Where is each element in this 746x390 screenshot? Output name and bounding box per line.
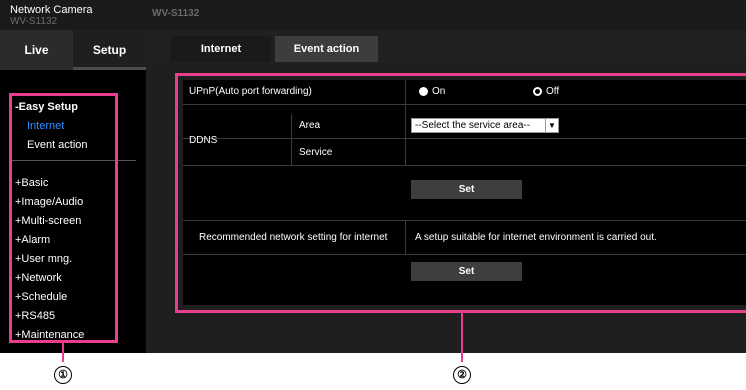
callout-line-1 — [62, 343, 64, 362]
content-highlight — [175, 73, 746, 313]
callout-2: ② — [453, 366, 471, 384]
camera-model: WV-S1132 — [152, 8, 200, 19]
brand-model: WV-S1132 — [10, 16, 58, 27]
callout-1: ① — [54, 366, 72, 384]
tab-event-action[interactable]: Event action — [275, 36, 378, 62]
brand: Network Camera WV-S1132 — [10, 4, 93, 28]
callout-line-2 — [461, 313, 463, 362]
main-nav: Live Setup — [0, 30, 146, 70]
tab-setup[interactable]: Setup — [73, 30, 146, 70]
tab-internet[interactable]: Internet — [171, 36, 271, 62]
tab-live[interactable]: Live — [0, 30, 73, 70]
top-bar: Network Camera WV-S1132 WV-S1132 — [0, 0, 746, 30]
sidebar-highlight — [9, 93, 118, 343]
brand-name: Network Camera — [10, 4, 93, 16]
